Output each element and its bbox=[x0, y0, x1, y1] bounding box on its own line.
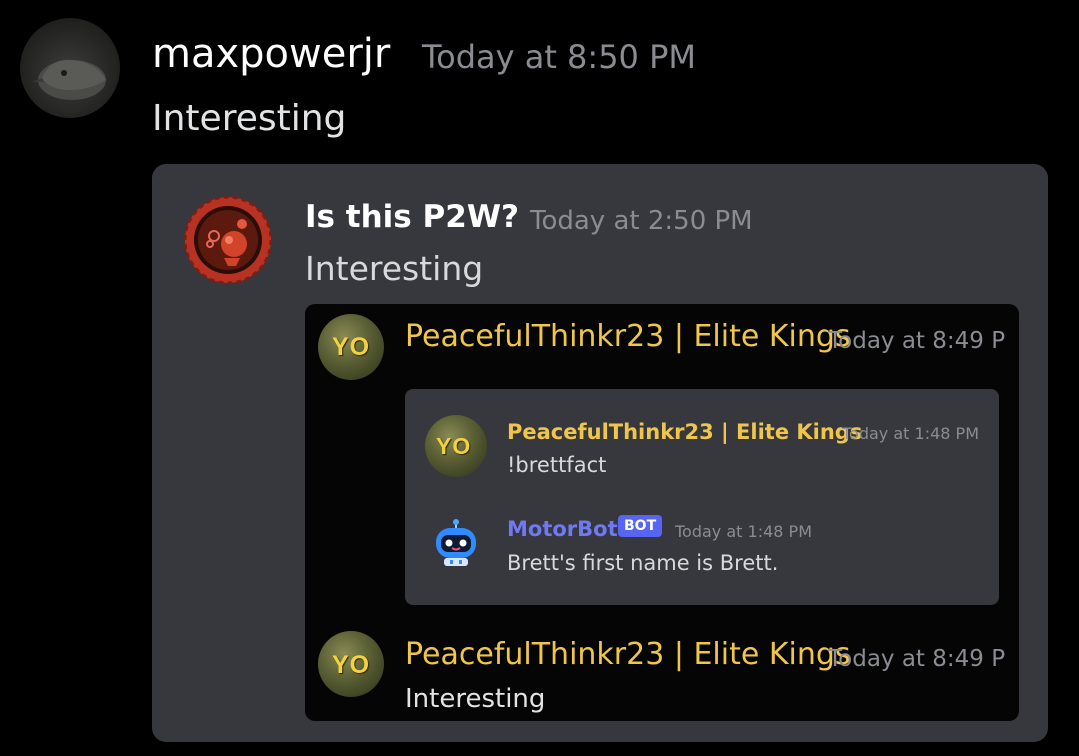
message-text: Interesting bbox=[152, 98, 347, 139]
bird-avatar-icon[interactable] bbox=[20, 18, 120, 118]
yo-avatar-icon[interactable]: YO bbox=[318, 631, 384, 697]
inner-text: !brettfact bbox=[507, 453, 607, 477]
inner-timestamp: Today at 1:48 PM bbox=[842, 424, 979, 443]
nested-text: Interesting bbox=[405, 684, 546, 714]
quoted-text: Interesting bbox=[305, 249, 484, 288]
quoted-author[interactable]: Is this P2W? bbox=[305, 197, 519, 237]
quoted-timestamp: Today at 2:50 PM bbox=[530, 206, 753, 236]
red-badge-avatar-icon[interactable] bbox=[183, 195, 273, 285]
inner-timestamp: Today at 1:48 PM bbox=[675, 522, 812, 541]
bot-badge: BOT bbox=[618, 515, 663, 537]
inner-text: Brett's first name is Brett. bbox=[507, 551, 779, 575]
avatar-text: YO bbox=[332, 333, 371, 361]
nested-author[interactable]: PeacefulThinkr23 | Elite Kings bbox=[405, 636, 851, 674]
message-timestamp: Today at 8:50 PM bbox=[422, 38, 696, 76]
avatar-text: YO bbox=[332, 651, 371, 679]
avatar-text: YO bbox=[436, 433, 472, 459]
nested-author[interactable]: PeacefulThinkr23 | Elite Kings bbox=[405, 318, 851, 356]
bot-author[interactable]: MotorBot bbox=[507, 515, 618, 543]
message-author[interactable]: maxpowerjr bbox=[152, 30, 390, 78]
inner-author[interactable]: PeacefulThinkr23 | Elite Kings bbox=[507, 418, 862, 446]
robot-avatar-icon[interactable] bbox=[430, 518, 482, 570]
nested-timestamp: Today at 8:49 PM bbox=[828, 328, 1006, 354]
yo-avatar-icon[interactable]: YO bbox=[425, 415, 487, 477]
yo-avatar-icon[interactable]: YO bbox=[318, 314, 384, 380]
nested-timestamp: Today at 8:49 PM bbox=[828, 646, 1006, 672]
